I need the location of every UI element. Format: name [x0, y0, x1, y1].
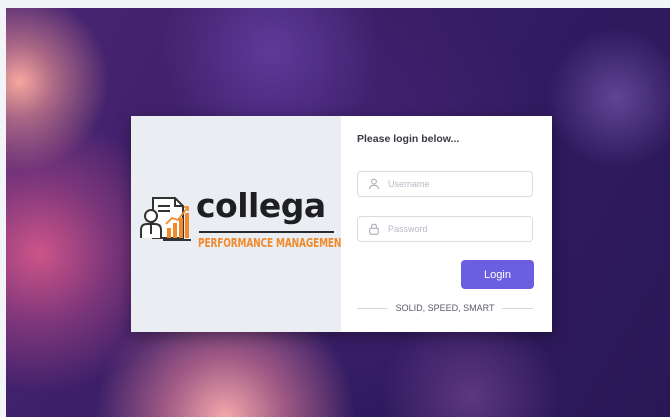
- login-form-panel: Please login below... Login SOLID, SPEED…: [341, 116, 552, 332]
- login-card: collega PERFORMANCE MANAGEMENT Please lo…: [131, 116, 552, 332]
- brand-tagline: PERFORMANCE MANAGEMENT: [198, 235, 348, 250]
- motto-divider-left: [357, 307, 388, 309]
- brand-wordmark: collega: [196, 186, 326, 225]
- motto-text: SOLID, SPEED, SMART: [395, 303, 495, 313]
- motto: SOLID, SPEED, SMART: [357, 303, 534, 313]
- password-input[interactable]: [388, 221, 526, 237]
- motto-divider-right: [502, 307, 534, 309]
- collega-logo: collega PERFORMANCE MANAGEMENT: [139, 186, 347, 260]
- login-button[interactable]: Login: [461, 260, 534, 289]
- username-field[interactable]: [357, 171, 533, 197]
- user-icon: [369, 178, 379, 190]
- brand-divider: [199, 231, 334, 233]
- performance-report-icon: [140, 197, 191, 241]
- lock-icon: [369, 223, 379, 235]
- password-field[interactable]: [357, 216, 533, 242]
- brand-panel: collega PERFORMANCE MANAGEMENT: [131, 116, 347, 332]
- username-input[interactable]: [388, 176, 526, 192]
- login-heading: Please login below...: [357, 133, 460, 145]
